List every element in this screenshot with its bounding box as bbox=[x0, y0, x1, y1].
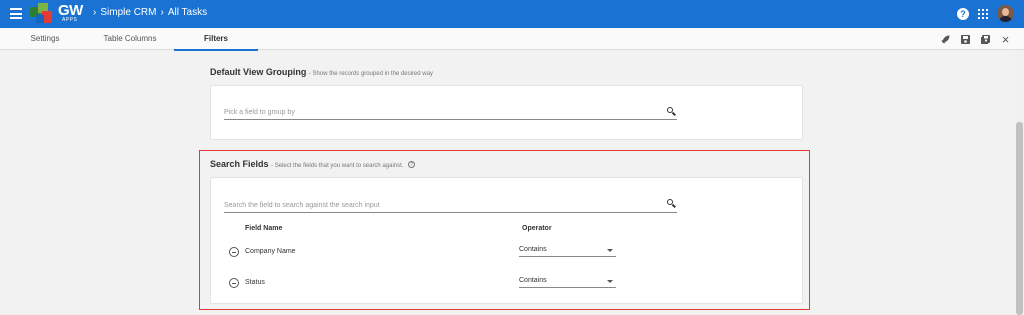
remove-circle-icon[interactable] bbox=[229, 247, 239, 257]
gw-apps-logo[interactable]: GW APPS bbox=[30, 2, 83, 25]
field-name-company-name: Company Name bbox=[245, 248, 296, 255]
search-icon[interactable] bbox=[667, 199, 676, 208]
search-fields-card: Search the field to search against the s… bbox=[210, 177, 803, 304]
remove-circle-icon[interactable] bbox=[229, 278, 239, 288]
search-fields-title: Search Fields bbox=[210, 159, 269, 169]
save-icon[interactable] bbox=[960, 34, 971, 45]
save-as-icon[interactable] bbox=[980, 34, 991, 45]
grouping-card: Pick a field to group by bbox=[210, 85, 803, 140]
apps-grid-icon[interactable] bbox=[978, 9, 988, 19]
group-by-input[interactable]: Pick a field to group by bbox=[224, 106, 677, 120]
breadcrumb-view[interactable]: All Tasks bbox=[168, 7, 207, 18]
close-icon[interactable]: × bbox=[1000, 33, 1011, 46]
operator-select-company-name[interactable]: Contains bbox=[519, 244, 616, 257]
grouping-description: - Show the records grouped in the desire… bbox=[308, 71, 433, 77]
grouping-section-title: Default View Grouping - Show the records… bbox=[210, 67, 433, 77]
help-icon[interactable]: ? bbox=[957, 8, 969, 20]
logo-subtext: APPS bbox=[62, 17, 78, 23]
search-fields-section-title: Search Fields - Select the fields that y… bbox=[210, 159, 415, 169]
tab-filters[interactable]: Filters bbox=[174, 28, 258, 51]
grouping-title: Default View Grouping bbox=[210, 67, 307, 77]
operator-select-status[interactable]: Contains bbox=[519, 275, 616, 288]
chevron-right-icon: › bbox=[93, 7, 97, 18]
search-icon[interactable] bbox=[667, 107, 676, 116]
search-fields-description: - Select the fields that you want to sea… bbox=[271, 163, 404, 169]
scrollbar[interactable] bbox=[1015, 50, 1024, 315]
operator-column-header: Operator bbox=[522, 225, 552, 232]
hamburger-menu-icon[interactable] bbox=[10, 8, 22, 19]
avatar[interactable] bbox=[997, 5, 1014, 22]
operator-value: Contains bbox=[519, 277, 547, 284]
operator-value: Contains bbox=[519, 246, 547, 253]
app-header: GW APPS › Simple CRM › All Tasks ? bbox=[0, 0, 1024, 28]
dropdown-arrow-icon bbox=[607, 280, 613, 283]
dropdown-arrow-icon bbox=[607, 249, 613, 252]
chevron-right-icon: › bbox=[160, 7, 164, 18]
tab-table-columns[interactable]: Table Columns bbox=[90, 28, 170, 50]
rocket-icon[interactable] bbox=[940, 34, 951, 45]
question-icon[interactable]: ? bbox=[407, 161, 415, 169]
settings-tab-bar: Settings Table Columns Filters bbox=[0, 28, 1024, 51]
search-field-input[interactable]: Search the field to search against the s… bbox=[224, 199, 677, 213]
breadcrumb-app[interactable]: Simple CRM bbox=[100, 7, 156, 18]
breadcrumb: › Simple CRM › All Tasks bbox=[93, 7, 207, 18]
field-name-status: Status bbox=[245, 279, 265, 286]
scrollbar-thumb[interactable] bbox=[1016, 122, 1023, 315]
tab-settings[interactable]: Settings bbox=[14, 28, 76, 50]
field-name-column-header: Field Name bbox=[245, 225, 283, 232]
